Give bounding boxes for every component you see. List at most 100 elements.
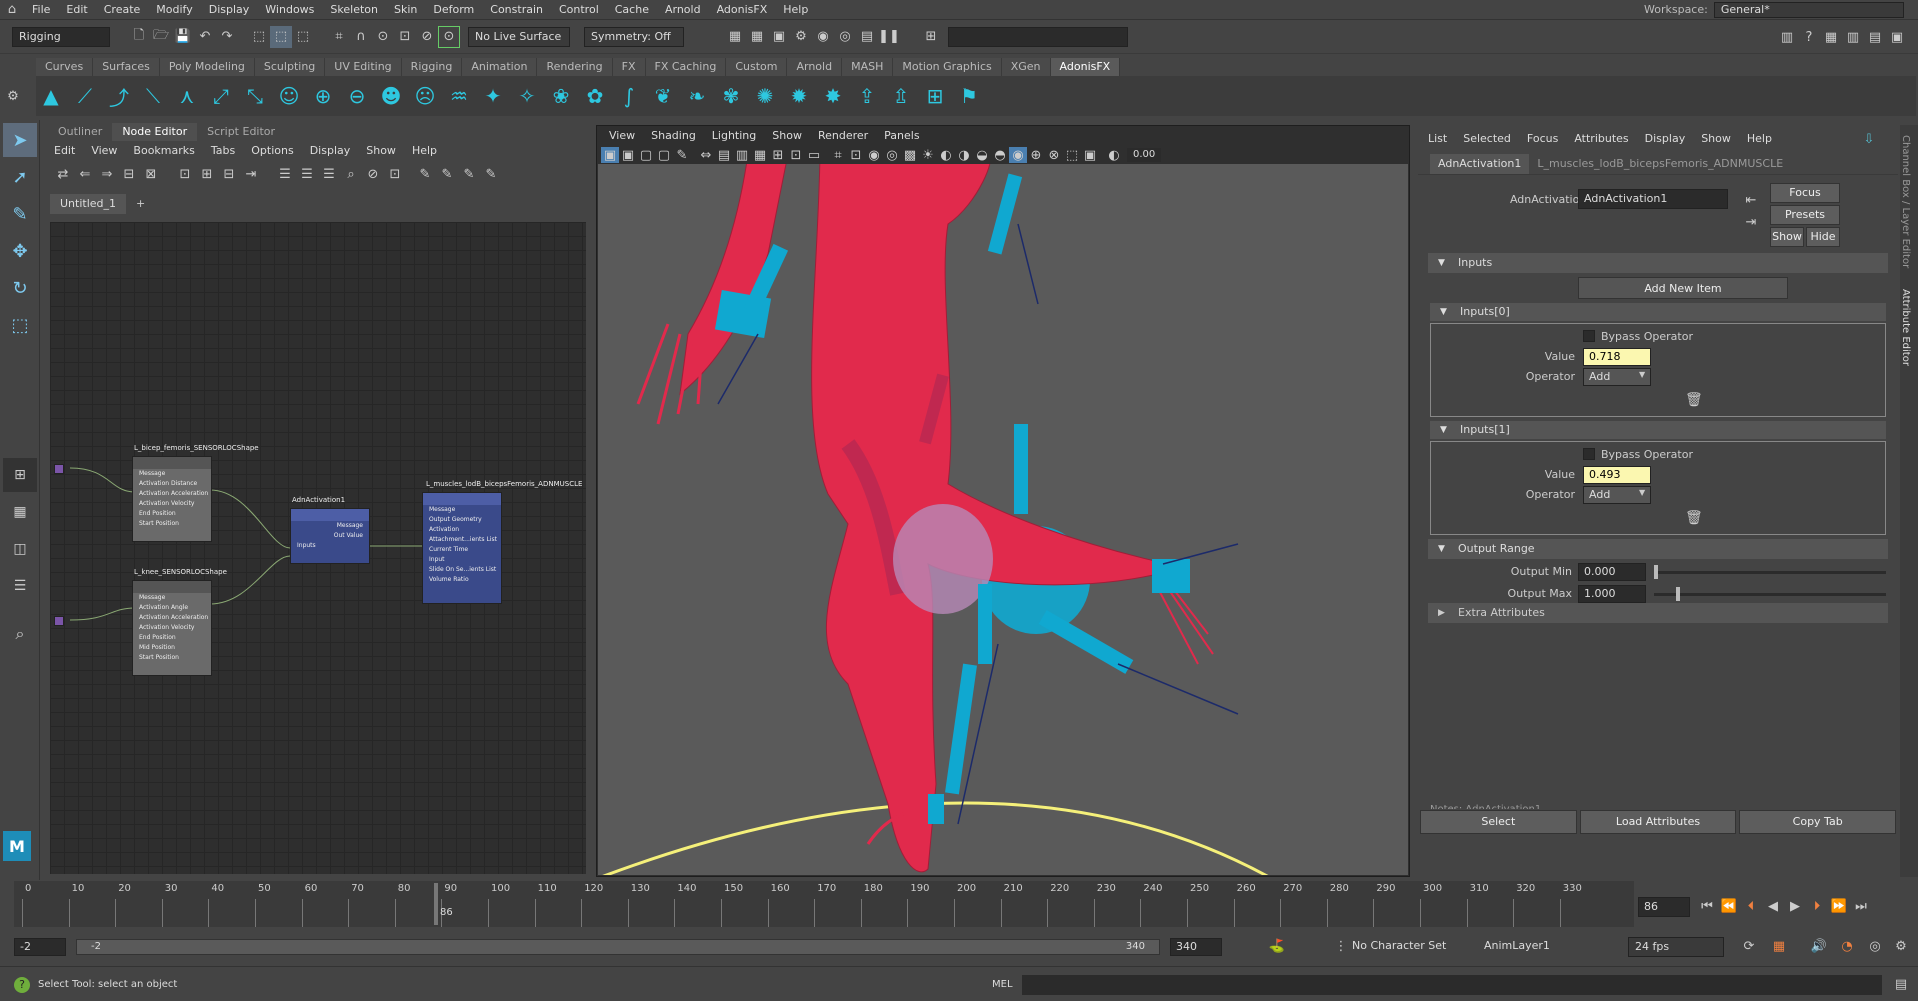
- output-min-slider-handle[interactable]: [1654, 565, 1658, 579]
- graph-output-icon[interactable]: ⇒: [96, 163, 118, 185]
- node-editor-menu-options[interactable]: Options: [243, 141, 301, 161]
- search-icon[interactable]: ⌕: [3, 617, 37, 651]
- wireframe-icon[interactable]: ⊡: [847, 147, 865, 163]
- value-field-1[interactable]: 0.493: [1583, 466, 1651, 484]
- relax-create-icon[interactable]: ❧: [682, 79, 712, 113]
- shelf-tab-surfaces[interactable]: Surfaces: [93, 58, 160, 76]
- layout-persp-icon[interactable]: ⊞: [3, 458, 37, 492]
- attr-menu-display[interactable]: Display: [1637, 125, 1694, 153]
- fascia-create-icon[interactable]: ∫: [614, 79, 644, 113]
- step-back-key-icon[interactable]: ⏪: [1718, 895, 1740, 917]
- delete-input-0-icon[interactable]: 🗑: [1685, 392, 1703, 408]
- animation-prefs-icon[interactable]: ◎: [1864, 935, 1886, 957]
- layout-full-icon[interactable]: ▣: [1886, 26, 1908, 48]
- current-frame-field[interactable]: 86: [1638, 897, 1690, 917]
- ik-spline-icon[interactable]: ⤴: [104, 79, 134, 113]
- node-attr-row[interactable]: Message: [291, 521, 363, 531]
- new-scene-icon[interactable]: 🗋: [128, 26, 150, 48]
- node-attr-row[interactable]: Message: [133, 593, 211, 603]
- live-surface-field[interactable]: No Live Surface: [468, 26, 570, 47]
- sensor-remove-icon[interactable]: ⊖: [342, 79, 372, 113]
- shelf-tab-mash[interactable]: MASH: [842, 58, 894, 76]
- wireframe-on-shaded-icon[interactable]: ◎: [883, 147, 901, 163]
- open-scene-icon[interactable]: 🗁: [150, 26, 172, 48]
- start-time-field[interactable]: -2: [14, 938, 66, 956]
- shelf-tab-sculpting[interactable]: Sculpting: [254, 58, 326, 76]
- node-attr-row[interactable]: Mid Position: [133, 643, 211, 653]
- muscle-activate-icon[interactable]: ✦: [478, 79, 508, 113]
- node-editor-menu-help[interactable]: Help: [404, 141, 445, 161]
- pen-icon[interactable]: ✎: [458, 163, 480, 185]
- node-attr-row[interactable]: End Position: [133, 633, 211, 643]
- shelf-tab-arnold[interactable]: Arnold: [787, 58, 843, 76]
- node-attr-row[interactable]: End Position: [133, 509, 211, 519]
- exposure-icon[interactable]: ◐: [1105, 147, 1123, 163]
- xray-active-icon[interactable]: ⊗: [1045, 147, 1063, 163]
- snap-point-icon[interactable]: ⊙: [372, 26, 394, 48]
- node-muscle[interactable]: Message Output Geometry Activation Attachme…: [422, 492, 502, 604]
- node-attr-row[interactable]: Activation Distance: [133, 479, 211, 489]
- fat-create-icon[interactable]: ❦: [648, 79, 678, 113]
- ik-handle-icon[interactable]: ⟋: [70, 79, 100, 113]
- add-new-item-button[interactable]: Add New Item: [1578, 277, 1788, 299]
- attr-tab-muscle[interactable]: L_muscles_lodB_bicepsFemoris_ADNMUSCLE: [1529, 154, 1791, 174]
- viewport-menu-renderer[interactable]: Renderer: [810, 126, 876, 146]
- shelf-tab-rigging[interactable]: Rigging: [401, 58, 463, 76]
- rotate-tool-icon[interactable]: ↻: [3, 271, 37, 305]
- node-attr-row[interactable]: Activation Velocity: [133, 623, 211, 633]
- pin-icon[interactable]: ⇥: [240, 163, 262, 185]
- node-knee-sensor[interactable]: Message Activation Angle Activation Accele…: [132, 580, 212, 676]
- go-to-start-icon[interactable]: ⏮: [1696, 895, 1718, 917]
- sensor-add-icon[interactable]: ⊕: [308, 79, 338, 113]
- output-min-field[interactable]: 0.000: [1578, 563, 1646, 581]
- undo-icon[interactable]: ↶: [194, 26, 216, 48]
- attr-load-attributes-button[interactable]: Load Attributes: [1579, 810, 1737, 834]
- skin-create-icon[interactable]: ✿: [580, 79, 610, 113]
- attr-menu-list[interactable]: List: [1420, 125, 1455, 153]
- node-editor-menu-bookmarks[interactable]: Bookmarks: [125, 141, 202, 161]
- shelf-tab-motion-graphics[interactable]: Motion Graphics: [893, 58, 1002, 76]
- node-editor-menu-edit[interactable]: Edit: [46, 141, 83, 161]
- node-attr-row[interactable]: Output Geometry: [423, 515, 501, 525]
- node-attr-row[interactable]: Inputs: [291, 541, 363, 551]
- brush-icon[interactable]: ✎: [480, 163, 502, 185]
- layout-two-panel-icon[interactable]: ◫: [3, 532, 37, 566]
- camera-attr-icon[interactable]: ▣: [619, 147, 637, 163]
- shadows-icon[interactable]: ◐: [937, 147, 955, 163]
- output-max-field[interactable]: 1.000: [1578, 585, 1646, 603]
- add-graph-tab-button[interactable]: +: [126, 194, 155, 214]
- time-slider[interactable]: 0 10 20 30 40 50 60 70 80 90 100 110 120 130 140 150 160…: [0, 881, 1918, 931]
- node-attr-row[interactable]: Out Value: [291, 531, 363, 541]
- render-view-icon[interactable]: ▤: [856, 26, 878, 48]
- viewport-menu-lighting[interactable]: Lighting: [704, 126, 764, 146]
- help-icon[interactable]: ?: [14, 977, 30, 993]
- node-attr-row[interactable]: Start Position: [133, 653, 211, 663]
- select-object-icon[interactable]: ⬚: [270, 25, 292, 48]
- viewport-menu-panels[interactable]: Panels: [876, 126, 927, 146]
- full-mode-icon[interactable]: ☰: [318, 163, 340, 185]
- draw-icon[interactable]: ✎: [436, 163, 458, 185]
- import-icon[interactable]: ⇫: [886, 79, 916, 113]
- menu-constrain[interactable]: Constrain: [482, 0, 551, 20]
- field-chart-icon[interactable]: ⊞: [769, 147, 787, 163]
- menu-create[interactable]: Create: [96, 0, 149, 20]
- menu-cache[interactable]: Cache: [607, 0, 657, 20]
- output-min-slider[interactable]: [1654, 571, 1886, 574]
- shelf-tab-uv-editing[interactable]: UV Editing: [325, 58, 402, 76]
- ipr-render-icon[interactable]: ▣: [768, 26, 790, 48]
- input-connector-2[interactable]: [54, 616, 64, 626]
- connected-mode-icon[interactable]: ☰: [296, 163, 318, 185]
- attr-menu-focus[interactable]: Focus: [1519, 125, 1566, 153]
- snap-curve-icon[interactable]: ∩: [350, 26, 372, 48]
- output-range-section[interactable]: Output Range: [1428, 539, 1888, 559]
- home-icon[interactable]: ⌂: [0, 0, 24, 21]
- make-live-icon[interactable]: ⊙: [438, 25, 460, 48]
- layout-horizontal-icon[interactable]: ▤: [1864, 26, 1886, 48]
- node-editor-menu-show[interactable]: Show: [358, 141, 404, 161]
- redo-icon[interactable]: ↷: [216, 26, 238, 48]
- viewport-menu-show[interactable]: Show: [764, 126, 810, 146]
- symmetry-dropdown[interactable]: Symmetry: Off: [584, 26, 684, 47]
- menu-display[interactable]: Display: [201, 0, 258, 20]
- step-back-frame-icon[interactable]: ⏴: [1740, 895, 1762, 917]
- image-plane-icon[interactable]: ▢: [655, 147, 673, 163]
